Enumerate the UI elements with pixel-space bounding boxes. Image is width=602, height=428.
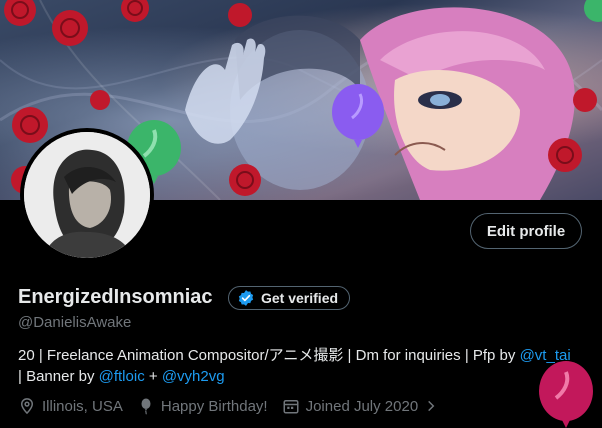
edit-profile-button[interactable]: Edit profile	[470, 213, 582, 249]
handle: @DanielisAwake	[18, 314, 132, 331]
birthday-text: Happy Birthday!	[160, 397, 268, 415]
display-name: EnergizedInsomniac	[18, 286, 213, 308]
bio-text: 20 | Freelance Animation Compositor/アニメ撮…	[18, 347, 520, 364]
chevron-right-icon[interactable]	[424, 399, 438, 413]
bio-text: | Banner by	[18, 368, 99, 385]
get-verified-button[interactable]: Get verified	[228, 286, 351, 310]
birthday: Happy Birthday!	[137, 397, 268, 415]
get-verified-label: Get verified	[261, 290, 339, 306]
bio-link-vyh2vg[interactable]: @vyh2vg	[162, 368, 225, 385]
avatar-image	[24, 132, 150, 258]
profile-meta: Illinois, USA Happy Birthday! Joined Jul…	[18, 397, 452, 415]
calendar-icon	[283, 400, 299, 414]
balloon-icon	[141, 398, 151, 415]
birthday-balloon-icon	[539, 361, 593, 428]
joined-date: Joined July 2020	[282, 397, 439, 415]
bio: 20 | Freelance Animation Compositor/アニメ撮…	[18, 345, 588, 387]
bio-link-ftloic[interactable]: @ftloic	[99, 368, 145, 385]
location: Illinois, USA	[18, 397, 123, 415]
joined-text: Joined July 2020	[305, 397, 419, 415]
verified-badge-icon	[238, 290, 254, 306]
avatar[interactable]	[20, 128, 154, 262]
location-text: Illinois, USA	[42, 397, 123, 415]
location-pin-icon	[20, 398, 34, 415]
bio-text: +	[144, 368, 162, 385]
